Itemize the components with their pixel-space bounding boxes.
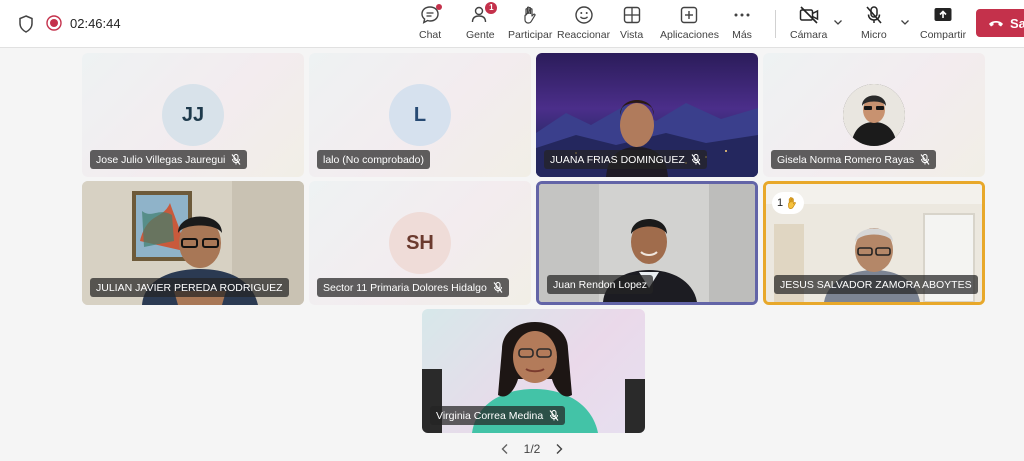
hand-icon bbox=[520, 5, 540, 25]
recording-icon bbox=[46, 15, 62, 31]
participant-tile[interactable]: L lalo (No comprobado) bbox=[309, 53, 531, 177]
gallery-pager: 1/2 bbox=[500, 440, 564, 458]
camera-button[interactable]: Cámara bbox=[790, 5, 827, 45]
chevron-right-icon[interactable] bbox=[554, 443, 564, 455]
chevron-left-icon[interactable] bbox=[500, 443, 510, 455]
more-label: Más bbox=[732, 29, 752, 41]
react-label: Reaccionar bbox=[557, 29, 611, 41]
leave-label: Sa bbox=[1010, 15, 1024, 31]
participant-nameplate: JESUS SALVADOR ZAMORA ABOYTES bbox=[774, 275, 978, 294]
view-button[interactable]: Vista bbox=[620, 5, 643, 45]
raise-hand-button[interactable]: Participar bbox=[508, 5, 552, 45]
mic-off-icon bbox=[864, 5, 884, 25]
raised-hand-icon bbox=[788, 197, 796, 209]
participant-name: lalo (No comprobado) bbox=[323, 153, 424, 166]
participant-name: JUANA FRIAS DOMINGUEZ bbox=[550, 153, 685, 166]
more-button[interactable]: Más bbox=[732, 5, 752, 45]
avatar-photo bbox=[843, 84, 905, 146]
share-screen-icon bbox=[933, 5, 953, 25]
toolbar-divider bbox=[775, 10, 776, 38]
participant-name: Gisela Norma Romero Rayas bbox=[777, 153, 915, 166]
share-label: Compartir bbox=[920, 29, 967, 41]
chevron-down-icon[interactable] bbox=[833, 17, 843, 27]
avatar: JJ bbox=[162, 84, 224, 146]
participant-nameplate: JUANA FRIAS DOMINGUEZ bbox=[544, 150, 707, 169]
chevron-down-icon[interactable] bbox=[900, 17, 910, 27]
participant-tile[interactable]: JULIAN JAVIER PEREDA RODRIGUEZ bbox=[82, 181, 304, 305]
share-button[interactable]: Compartir bbox=[920, 5, 966, 45]
participant-tile[interactable]: Gisela Norma Romero Rayas bbox=[763, 53, 985, 177]
participant-tile[interactable]: SH Sector 11 Primaria Dolores Hidalgo bbox=[309, 181, 531, 305]
mic-label: Micro bbox=[861, 29, 887, 41]
participant-tile[interactable]: JJ Jose Julio Villegas Jauregui bbox=[82, 53, 304, 177]
camera-label: Cámara bbox=[790, 29, 828, 41]
participant-name: JULIAN JAVIER PEREDA RODRIGUEZ bbox=[96, 281, 283, 294]
meeting-timer: 02:46:44 bbox=[70, 16, 121, 31]
participant-nameplate: JULIAN JAVIER PEREDA RODRIGUEZ bbox=[90, 278, 289, 297]
people-icon: 1 bbox=[470, 2, 498, 25]
participant-name: Jose Julio Villegas Jauregui bbox=[96, 153, 226, 166]
people-badge: 1 bbox=[485, 2, 498, 14]
chat-label: Chat bbox=[419, 29, 442, 41]
mic-muted-icon bbox=[920, 154, 930, 165]
grid-view-icon bbox=[622, 5, 642, 25]
smiley-icon bbox=[574, 5, 594, 25]
leave-button[interactable]: Sa bbox=[976, 9, 1024, 37]
add-app-icon bbox=[679, 5, 699, 25]
shield-icon[interactable] bbox=[18, 15, 34, 33]
mic-muted-icon bbox=[493, 282, 503, 293]
mic-muted-icon bbox=[549, 410, 559, 421]
react-button[interactable]: Reaccionar bbox=[557, 5, 610, 45]
participant-name: Sector 11 Primaria Dolores Hidalgo bbox=[323, 281, 487, 294]
chat-button[interactable]: Chat bbox=[419, 4, 443, 45]
chat-icon bbox=[420, 4, 443, 25]
participant-tile[interactable]: JUANA FRIAS DOMINGUEZ bbox=[536, 53, 758, 177]
avatar bbox=[843, 84, 905, 146]
participant-nameplate: Virginia Correa Medina bbox=[430, 406, 566, 425]
chat-unread-dot bbox=[436, 4, 443, 10]
participant-nameplate: Juan Rendon Lopez bbox=[547, 275, 653, 294]
camera-off-icon bbox=[799, 5, 819, 25]
apps-button[interactable]: Aplicaciones bbox=[660, 5, 719, 45]
participant-nameplate: Sector 11 Primaria Dolores Hidalgo bbox=[317, 278, 509, 297]
meeting-toolbar: 02:46:44 Chat 1 Gente Participar Reaccio… bbox=[0, 0, 1024, 48]
raise-hand-label: Participar bbox=[508, 29, 553, 41]
participant-nameplate: Gisela Norma Romero Rayas bbox=[771, 150, 937, 169]
participant-tile[interactable]: Virginia Correa Medina bbox=[422, 309, 645, 433]
mic-button[interactable]: Micro bbox=[861, 5, 887, 45]
raised-hand-indicator: 1 bbox=[772, 192, 805, 214]
participant-name: JESUS SALVADOR ZAMORA ABOYTES bbox=[780, 278, 972, 291]
avatar: SH bbox=[389, 212, 451, 274]
view-label: Vista bbox=[620, 29, 644, 41]
mic-muted-icon bbox=[691, 154, 701, 165]
people-label: Gente bbox=[466, 29, 495, 41]
hand-order: 1 bbox=[777, 197, 784, 209]
more-dots-icon bbox=[732, 5, 752, 25]
apps-label: Aplicaciones bbox=[660, 29, 719, 41]
mic-muted-icon bbox=[231, 154, 241, 165]
page-indicator: 1/2 bbox=[523, 442, 541, 456]
participant-name: Virginia Correa Medina bbox=[436, 409, 544, 422]
participant-name: Juan Rendon Lopez bbox=[553, 278, 647, 291]
participant-nameplate: lalo (No comprobado) bbox=[317, 150, 430, 169]
participant-nameplate: Jose Julio Villegas Jauregui bbox=[90, 150, 248, 169]
participant-tile-speaking[interactable]: Juan Rendon Lopez bbox=[536, 181, 758, 305]
avatar: L bbox=[389, 84, 451, 146]
participant-tile-hand-raised[interactable]: 1 JESUS SALVADOR ZAMORA ABOYTES bbox=[763, 181, 985, 305]
phone-hangup-icon bbox=[989, 21, 1003, 27]
people-button[interactable]: 1 Gente bbox=[466, 2, 498, 45]
